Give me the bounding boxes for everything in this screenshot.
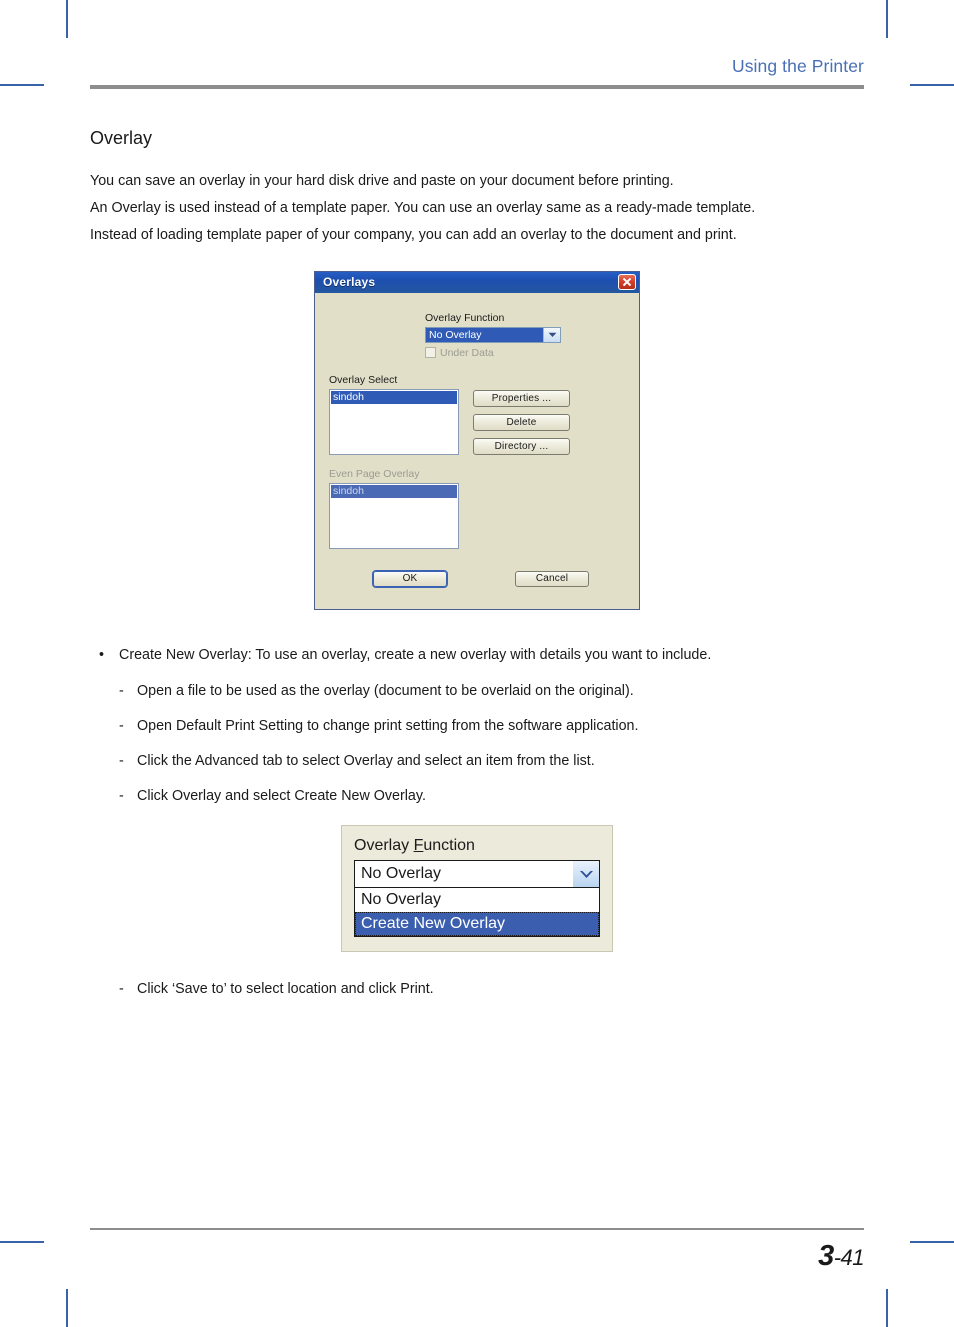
dash-icon: -: [119, 682, 124, 699]
chevron-down-glyph: [548, 332, 556, 337]
list-item: - Open a file to be used as the overlay …: [90, 680, 864, 702]
list-item[interactable]: sindoh: [331, 484, 457, 498]
overlay-function-select[interactable]: No Overlay: [354, 859, 600, 888]
list-item: - Click ‘Save to’ to select location and…: [90, 978, 864, 1000]
list-item: - Click the Advanced tab to select Overl…: [90, 750, 864, 772]
overlay-function-option-list[interactable]: No Overlay Create New Overlay: [354, 887, 600, 937]
even-page-overlay-label: Even Page Overlay: [329, 467, 420, 480]
even-page-overlay-group: Even Page Overlay sindoh: [329, 467, 625, 549]
dash-icon: -: [119, 787, 124, 804]
chevron-down-icon[interactable]: [543, 327, 560, 342]
properties-button[interactable]: Properties ...: [473, 389, 570, 407]
dash-icon: -: [119, 717, 124, 734]
dash-icon: -: [119, 980, 124, 997]
dialog-titlebar: Overlays: [315, 271, 639, 293]
chevron-down-glyph: [579, 870, 593, 878]
intro-paragraph-3: Instead of loading template paper of you…: [90, 226, 737, 243]
figure-overlay-function-dropdown: Overlay Function No Overlay No Overlay C…: [90, 824, 864, 952]
list-item-label: Create New Overlay: To use an overlay, c…: [119, 646, 712, 663]
list-item: • Create New Overlay: To use an overlay,…: [90, 644, 864, 666]
page-number: 3-41: [90, 1242, 864, 1271]
overlay-function-group: Overlay Function No Overlay Under Data: [425, 311, 561, 359]
dash-icon: -: [119, 752, 124, 769]
overlay-select-listbox[interactable]: sindoh: [329, 388, 459, 455]
list-item: - Open Default Print Setting to change p…: [90, 715, 864, 737]
intro-paragraph-1: You can save an overlay in your hard dis…: [90, 172, 674, 189]
list-item: - Click Overlay and select Create New Ov…: [90, 785, 864, 807]
page-number-minor: -41: [833, 1245, 865, 1270]
cancel-button[interactable]: Cancel: [515, 570, 589, 587]
list-item-label: Open a file to be used as the overlay (d…: [137, 682, 634, 699]
under-data-checkbox-row[interactable]: Under Data: [425, 347, 561, 359]
list-item-label: Click Overlay and select Create New Over…: [137, 787, 426, 804]
page-number-major: 3: [818, 1240, 834, 1272]
even-page-overlay-listbox[interactable]: sindoh: [329, 482, 459, 549]
overlay-function-dropdown-panel: Overlay Function No Overlay No Overlay C…: [341, 824, 613, 952]
page-title: Overlay: [90, 128, 153, 148]
list-item[interactable]: sindoh: [331, 390, 457, 404]
overlay-function-select[interactable]: No Overlay: [425, 326, 561, 343]
footer-divider: [90, 1228, 864, 1230]
dialog-footer-buttons: OK Cancel: [329, 570, 625, 595]
list-item-label: Open Default Print Setting to change pri…: [137, 717, 639, 734]
overlay-select-row: sindoh Properties ... Delete Directory .…: [329, 388, 625, 455]
under-data-checkbox[interactable]: [425, 347, 436, 359]
dropdown-option-no-overlay[interactable]: No Overlay: [355, 888, 599, 912]
overlay-function-value: No Overlay: [426, 327, 543, 342]
close-icon[interactable]: [618, 274, 636, 291]
list-item-label: Click ‘Save to’ to select location and c…: [137, 980, 434, 997]
overlay-select-label: Overlay Select: [329, 373, 398, 386]
header-divider: [90, 85, 864, 89]
figure-overlays-dialog: Overlays Overlay Function No Overlay Und…: [90, 270, 864, 610]
dialog-title: Overlays: [323, 275, 376, 290]
overlay-function-label: Overlay Function: [354, 836, 600, 856]
page-footer: 3-41: [90, 1228, 865, 1271]
overlay-function-value: No Overlay: [361, 864, 442, 882]
overlay-action-buttons: Properties ... Delete Directory ...: [473, 389, 570, 455]
instruction-list-tail: - Click ‘Save to’ to select location and…: [90, 978, 864, 1000]
delete-button[interactable]: Delete: [473, 413, 570, 431]
overlay-function-label-post: unction: [423, 836, 475, 854]
bullet-icon: •: [99, 646, 105, 663]
overlay-select-group: Overlay Select sindoh Properties ... Del…: [329, 373, 625, 455]
intro-paragraph-2: An Overlay is used instead of a template…: [90, 199, 756, 216]
overlay-function-label-pre: Overlay: [354, 836, 414, 854]
page-header: Using the Printer: [90, 56, 864, 89]
dialog-body: Overlay Function No Overlay Under Data O…: [315, 293, 639, 609]
document-page: Using the Printer Overlay You can save a…: [0, 0, 954, 1327]
instruction-list: • Create New Overlay: To use an overlay,…: [90, 644, 864, 807]
overlay-function-label-accel: F: [413, 836, 424, 854]
page-content: Overlay You can save an overlay in your …: [90, 128, 864, 1013]
chevron-down-icon[interactable]: [573, 860, 599, 887]
overlays-dialog: Overlays Overlay Function No Overlay Und…: [314, 270, 640, 610]
ok-button[interactable]: OK: [373, 570, 447, 587]
list-item-label: Click the Advanced tab to select Overlay…: [137, 752, 595, 769]
dropdown-option-create-new-overlay[interactable]: Create New Overlay: [355, 911, 599, 936]
running-head-title: Using the Printer: [731, 56, 864, 76]
under-data-label: Under Data: [440, 346, 494, 359]
overlay-function-label: Overlay Function: [425, 311, 505, 324]
directory-button[interactable]: Directory ...: [473, 437, 570, 455]
